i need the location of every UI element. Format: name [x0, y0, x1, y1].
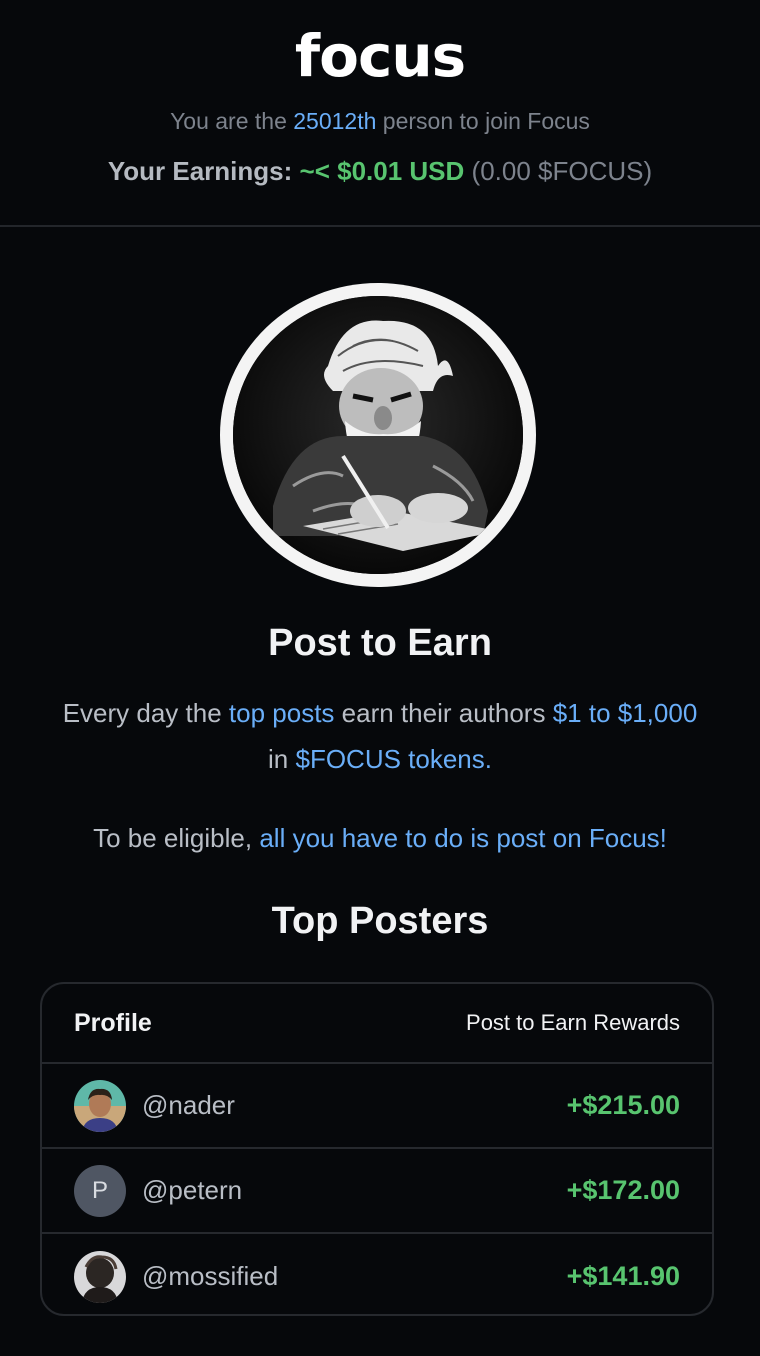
user-handle[interactable]: @nader [142, 1090, 235, 1121]
column-rewards: Post to Earn Rewards [466, 1010, 680, 1035]
user-handle[interactable]: @mossified [142, 1261, 278, 1292]
reward-amount: +$215.00 [566, 1090, 680, 1120]
eligibility-link[interactable]: all you have to do is post on Focus! [259, 823, 667, 853]
avatar[interactable] [74, 1250, 126, 1303]
earnings-usd: ~< $0.01 USD [299, 156, 465, 186]
table-header: Profile Post to Earn Rewards [42, 984, 712, 1064]
avatar[interactable]: P [74, 1164, 126, 1217]
header: focus You are the 25012th person to join… [0, 0, 760, 227]
post-to-earn-title: Post to Earn [268, 622, 492, 664]
earnings-label: Your Earnings: [107, 156, 293, 186]
avatar[interactable] [74, 1079, 126, 1132]
app-logo[interactable]: focus [0, 22, 760, 90]
reward-amount: +$172.00 [566, 1175, 680, 1205]
earnings-token: (0.00 $FOCUS) [471, 156, 653, 186]
top-posts-link[interactable]: top posts [229, 698, 335, 728]
table-row[interactable]: @mossified +$141.90 [42, 1234, 712, 1314]
table-row[interactable]: @nader +$215.00 [42, 1064, 712, 1149]
join-rank: 25012th [293, 108, 377, 134]
column-profile: Profile [74, 1008, 152, 1037]
join-rank-text: You are the 25012th person to join Focus [170, 108, 590, 134]
earnings-summary: Your Earnings: ~< $0.01 USD (0.00 $FOCUS… [0, 156, 760, 187]
table-row[interactable]: P @petern +$172.00 [42, 1149, 712, 1234]
top-posters-table: Profile Post to Earn Rewards @nader +$21… [40, 982, 714, 1316]
reward-range: $1 to $1,000 [552, 698, 698, 728]
top-posters-title: Top Posters [271, 900, 489, 942]
reward-amount: +$141.90 [566, 1261, 680, 1291]
eligibility-text: To be eligible, all you have to do is po… [93, 823, 667, 853]
writer-illustration-image [233, 296, 523, 574]
focus-tokens-link[interactable]: $FOCUS tokens. [295, 744, 492, 774]
writer-illustration [220, 283, 536, 587]
user-handle[interactable]: @petern [142, 1175, 242, 1206]
post-to-earn-description: Every day the top posts earn their autho… [62, 698, 698, 774]
